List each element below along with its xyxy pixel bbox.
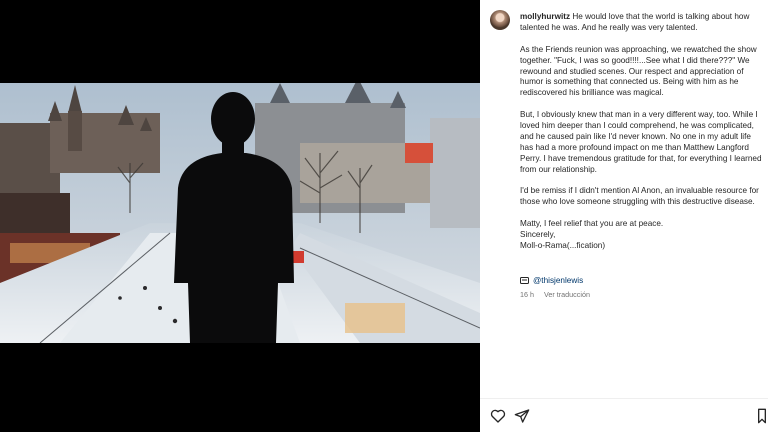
post-media[interactable] xyxy=(0,0,480,432)
closing-line: Sincerely, xyxy=(520,230,556,240)
closing-lines: Matty, I feel relief that you are at pea… xyxy=(520,219,763,252)
post-image xyxy=(0,83,480,343)
caption-paragraph: As the Friends reunion was approaching, … xyxy=(520,44,757,98)
closing-line: Matty, I feel relief that you are at pea… xyxy=(520,219,664,229)
caption-panel: mollyhurwitz He would love that the worl… xyxy=(480,0,768,432)
post-meta: 16 h Ver traducción xyxy=(520,290,590,299)
heart-icon[interactable] xyxy=(490,408,506,424)
closing-line: Moll-o-Rama(...fication) xyxy=(520,240,606,250)
action-bar xyxy=(480,398,768,432)
caption-paragraph: I'd be remiss if I didn't mention Al Ano… xyxy=(520,186,759,207)
mention-row[interactable]: @thisjenlewis xyxy=(520,276,583,285)
caption-paragraph: But, I obviously knew that man in a very… xyxy=(520,110,762,174)
caption-paragraph: mollyhurwitz He would love that the worl… xyxy=(520,12,763,34)
timestamp: 16 h xyxy=(520,290,534,299)
avatar[interactable] xyxy=(490,10,510,30)
post-caption: mollyhurwitz He would love that the worl… xyxy=(520,12,763,252)
paper-plane-icon[interactable] xyxy=(514,408,530,424)
comment-tag-icon xyxy=(520,277,529,284)
mention-link[interactable]: @thisjenlewis xyxy=(533,276,583,285)
translation-link[interactable]: Ver traducción xyxy=(544,290,590,299)
bookmark-icon[interactable] xyxy=(756,408,768,424)
username-link[interactable]: mollyhurwitz xyxy=(520,12,570,21)
